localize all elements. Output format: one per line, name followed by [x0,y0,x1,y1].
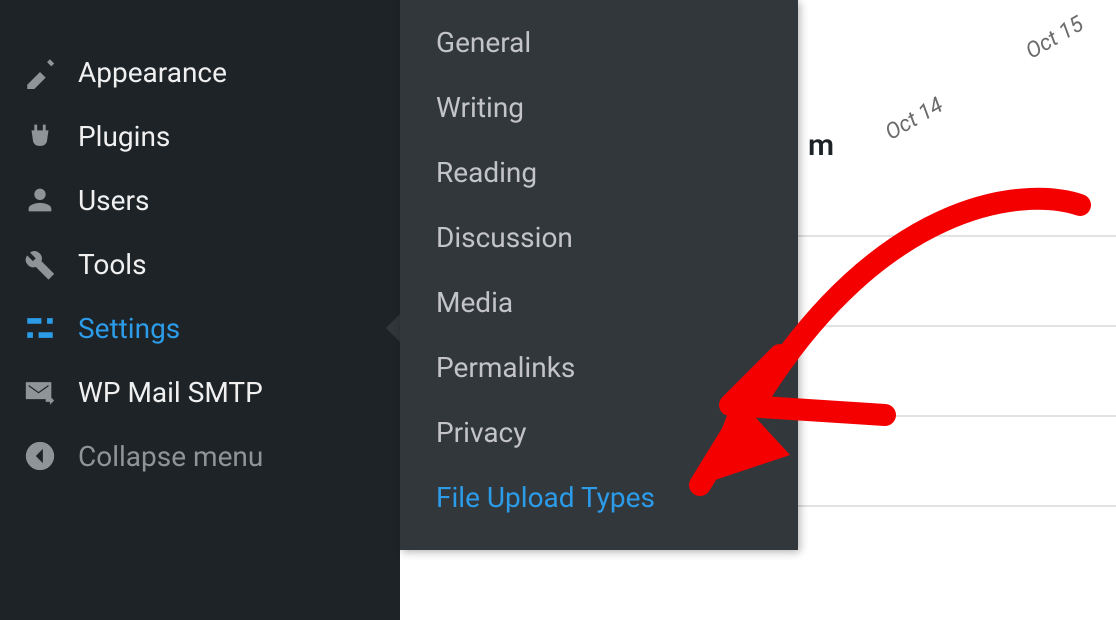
sidebar-item-tools[interactable]: Tools [0,232,400,296]
sidebar-item-label: Tools [78,248,147,281]
admin-sidebar: Appearance Plugins Users Tools Settings … [0,0,400,620]
settings-icon [20,308,60,348]
submenu-item-discussion[interactable]: Discussion [400,205,798,270]
submenu-item-privacy[interactable]: Privacy [400,400,798,465]
users-icon [20,180,60,220]
submenu-item-file-upload-types[interactable]: File Upload Types [400,465,798,530]
sidebar-item-users[interactable]: Users [0,168,400,232]
submenu-item-media[interactable]: Media [400,270,798,335]
sidebar-item-appearance[interactable]: Appearance [0,40,400,104]
sidebar-item-label: WP Mail SMTP [78,376,263,409]
settings-submenu: General Writing Reading Discussion Media… [400,0,798,550]
submenu-item-permalinks[interactable]: Permalinks [400,335,798,400]
date-label: Oct 15 [1021,12,1087,65]
plugins-icon [20,116,60,156]
tools-icon [20,244,60,284]
sidebar-item-label: Plugins [78,120,170,153]
chart-gridline [798,325,1116,327]
sidebar-item-label: Users [78,184,149,217]
sidebar-item-label: Appearance [78,56,227,89]
sidebar-item-plugins[interactable]: Plugins [0,104,400,168]
chart-date-labels: Oct 14 Oct 15 [881,0,1116,146]
sidebar-item-label: Collapse menu [78,440,263,473]
submenu-item-general[interactable]: General [400,10,798,75]
submenu-item-reading[interactable]: Reading [400,140,798,205]
appearance-icon [20,52,60,92]
chart-gridline [798,235,1116,237]
date-label: Oct 14 [881,93,947,146]
content-text-fragment: m [808,128,834,163]
sidebar-item-label: Settings [78,312,180,345]
chart-gridline [798,415,1116,417]
sidebar-item-collapse[interactable]: Collapse menu [0,424,400,488]
wpmail-icon [20,372,60,412]
submenu-item-writing[interactable]: Writing [400,75,798,140]
sidebar-item-settings[interactable]: Settings [0,296,400,360]
chart-gridline [798,505,1116,507]
sidebar-item-wpmail[interactable]: WP Mail SMTP [0,360,400,424]
collapse-icon [20,436,60,476]
